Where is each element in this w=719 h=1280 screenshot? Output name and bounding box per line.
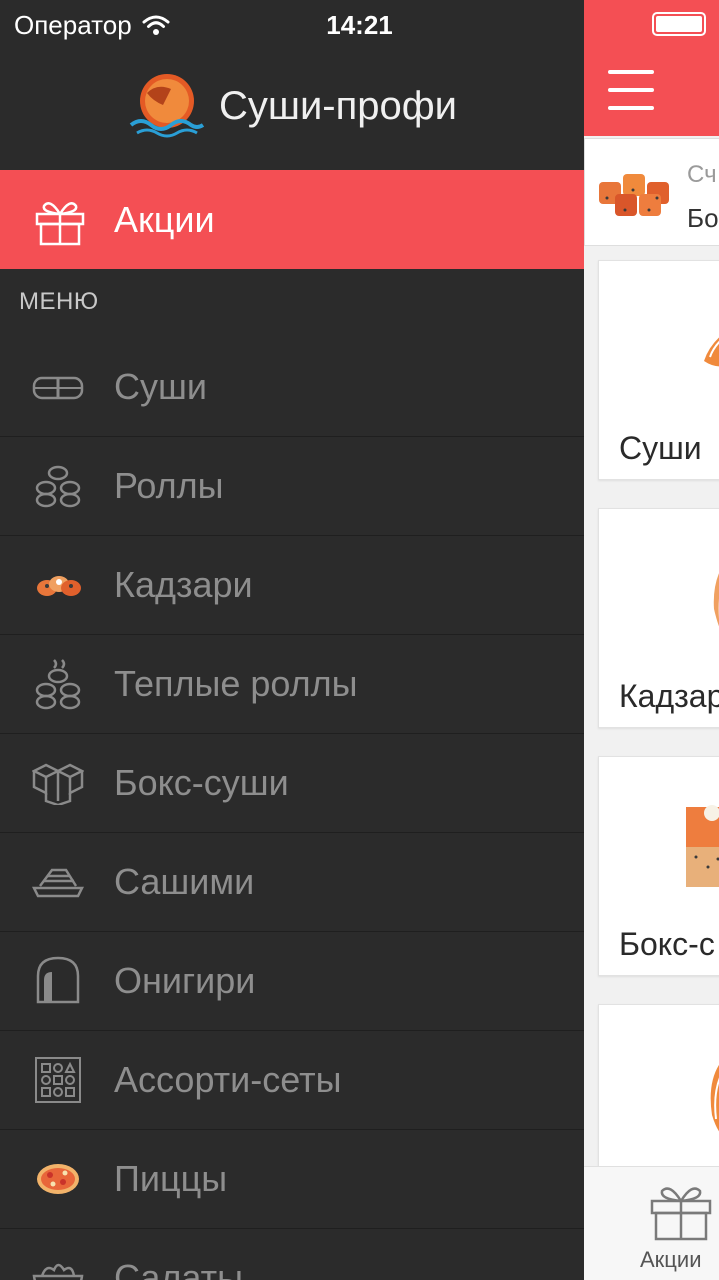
category-card-box-sushi[interactable]: Бокс-с	[598, 756, 719, 976]
assorti-sets-icon	[30, 1052, 86, 1108]
menu-item-onigiri[interactable]: Онигири	[0, 932, 584, 1031]
box-sushi-photo	[686, 805, 719, 887]
promo-menu-item[interactable]: Акции	[0, 170, 584, 269]
category-label: Бокс-с	[619, 926, 715, 962]
menu-item-salad[interactable]: Салаты	[0, 1229, 584, 1280]
box-sushi-icon	[30, 755, 86, 811]
kadzari-icon	[30, 557, 86, 613]
brand-name: Суши-профи	[218, 83, 458, 128]
gift-icon	[35, 201, 85, 245]
menu-item-label: Теплые роллы	[114, 663, 358, 704]
category-card-sushi[interactable]: Суши	[598, 260, 719, 480]
menu-list: Суши Роллы Кадзари Теплые роллы Бокс-суш	[0, 338, 584, 1280]
side-drawer: Оператор 14:21 Суши-профи Акции МЕНЮ Суш…	[0, 0, 584, 1280]
shrimp-photo	[710, 1064, 719, 1132]
menu-item-sushi[interactable]: Суши	[0, 338, 584, 437]
sushi-icon	[30, 359, 86, 415]
kadzari-photo	[713, 573, 719, 627]
menu-section-header: МЕНЮ	[19, 288, 99, 315]
menu-item-label: Сашими	[114, 861, 255, 902]
pizza-icon	[30, 1151, 86, 1207]
battery-icon	[652, 12, 706, 36]
menu-item-label: Пиццы	[114, 1158, 228, 1199]
order-summary-card[interactable]: Сч Бо	[584, 138, 719, 246]
tab-promotions-label: Акции	[640, 1247, 702, 1272]
menu-item-sashimi[interactable]: Сашими	[0, 833, 584, 932]
menu-item-warm-rolls[interactable]: Теплые роллы	[0, 635, 584, 734]
menu-item-label: Бокс-суши	[114, 762, 289, 803]
menu-item-box-sushi[interactable]: Бокс-суши	[0, 734, 584, 833]
category-label: Суши	[619, 430, 702, 466]
gift-tab-icon[interactable]	[648, 1177, 714, 1243]
sushi-photo	[704, 337, 719, 367]
brand-logo-icon	[129, 74, 205, 138]
bottom-tab-bar: Акции	[584, 1166, 719, 1280]
order-card-title: Бо	[687, 203, 719, 233]
sashimi-icon	[30, 854, 86, 910]
salad-icon	[30, 1250, 86, 1280]
status-time: 14:21	[326, 10, 393, 40]
menu-item-label: Онигири	[114, 960, 256, 1001]
menu-item-label: Салаты	[114, 1257, 244, 1280]
onigiri-icon	[30, 953, 86, 1009]
hamburger-menu-icon[interactable]	[608, 70, 654, 110]
rolls-icon	[30, 458, 86, 514]
menu-item-kadzari[interactable]: Кадзари	[0, 536, 584, 635]
status-bar-right	[584, 0, 719, 50]
brand-header: Суши-профи	[0, 60, 584, 152]
menu-item-pizza[interactable]: Пиццы	[0, 1130, 584, 1229]
menu-item-label: Роллы	[114, 465, 224, 506]
menu-item-rolls[interactable]: Роллы	[0, 437, 584, 536]
main-content: Сч Бо Суши Кадзар Бокс-с Акции	[584, 0, 719, 1280]
rolls-thumbnail	[599, 174, 669, 216]
promo-label: Акции	[114, 198, 215, 240]
category-card-kadzari[interactable]: Кадзар	[598, 508, 719, 728]
warm-rolls-icon	[30, 656, 86, 712]
menu-item-label: Кадзари	[114, 564, 253, 605]
category-label: Кадзар	[619, 678, 719, 714]
menu-item-label: Ассорти-сеты	[114, 1059, 342, 1100]
menu-item-assorti-sets[interactable]: Ассорти-сеты	[0, 1031, 584, 1130]
order-card-subtitle: Сч	[687, 161, 717, 188]
app-top-bar	[584, 50, 719, 136]
menu-item-label: Суши	[114, 366, 207, 407]
